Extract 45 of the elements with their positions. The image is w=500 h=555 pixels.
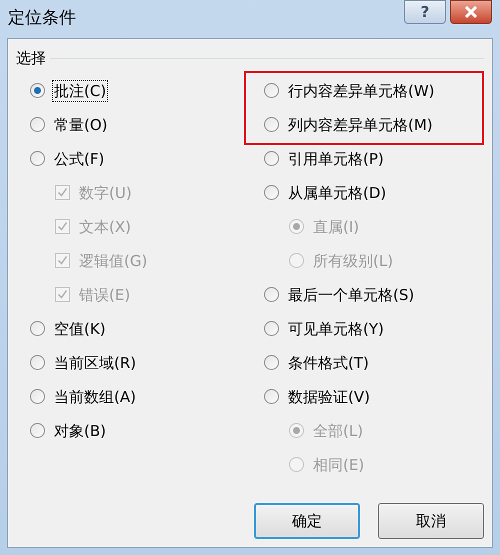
- option-label: 直属(I): [312, 216, 360, 236]
- option-label: 相同(E): [312, 454, 366, 474]
- option-label: 数字(U): [78, 182, 133, 202]
- close-icon: [464, 6, 478, 18]
- radio-button[interactable]: [30, 151, 45, 166]
- radio-button[interactable]: [30, 321, 45, 336]
- radio-button[interactable]: [30, 389, 45, 404]
- radio-button[interactable]: [264, 321, 279, 336]
- option-label: 当前数组(A): [53, 386, 137, 406]
- radio-button[interactable]: [30, 423, 45, 438]
- radio-button[interactable]: [264, 117, 279, 132]
- radio-button[interactable]: [30, 83, 45, 98]
- option-label: 可见单元格(Y): [287, 318, 385, 338]
- radio-button[interactable]: [264, 83, 279, 98]
- option-label: 空值(K): [53, 318, 107, 338]
- option-label: 引用单元格(P): [287, 148, 385, 168]
- option-label: 数据验证(V): [287, 386, 371, 406]
- option-label: 文本(X): [78, 216, 132, 236]
- radio-button[interactable]: [264, 287, 279, 302]
- radio-button[interactable]: [30, 117, 45, 132]
- option-label: 错误(E): [78, 284, 132, 304]
- option-label: 条件格式(T): [287, 352, 370, 372]
- radio-button[interactable]: [264, 185, 279, 200]
- option-label: 批注(C): [53, 80, 108, 100]
- option-label: 常量(O): [53, 114, 109, 134]
- radio-button[interactable]: [264, 355, 279, 370]
- radio-button[interactable]: [264, 389, 279, 404]
- option-label: 逻辑值(G): [78, 250, 148, 270]
- option-label: 全部(L): [312, 420, 364, 440]
- group-label: 选择: [16, 48, 46, 69]
- option-label: 对象(B): [53, 420, 107, 440]
- option-label: 当前区域(R): [53, 352, 138, 372]
- close-button[interactable]: [450, 0, 492, 24]
- option-label: 所有级别(L): [312, 250, 394, 270]
- window-title: 定位条件: [8, 7, 76, 30]
- radio-button[interactable]: [30, 355, 45, 370]
- option-label: 最后一个单元格(S): [287, 284, 416, 304]
- help-button[interactable]: ?: [404, 0, 446, 24]
- option-label: 从属单元格(D): [287, 182, 388, 202]
- option-label: 公式(F): [53, 148, 106, 168]
- radio-button[interactable]: [264, 151, 279, 166]
- dialog-button[interactable]: 取消: [378, 503, 484, 539]
- option-label: 行内容差异单元格(W): [287, 80, 436, 100]
- option-label: 列内容差异单元格(M): [287, 114, 434, 134]
- dialog-button[interactable]: 确定: [254, 503, 360, 539]
